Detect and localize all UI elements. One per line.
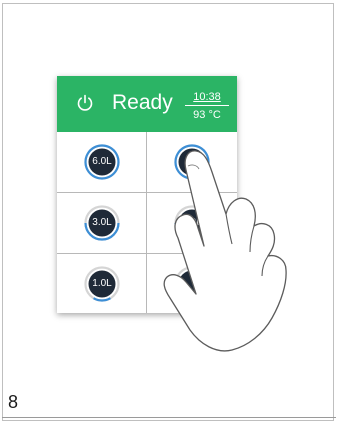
status-header: Ready 10:38 93 °C	[57, 76, 237, 132]
volume-cell: 6.0L	[57, 132, 146, 192]
volume-cell: 1.0L	[57, 254, 146, 313]
volume-button[interactable]: 1.0L	[84, 266, 120, 302]
volume-button[interactable]: 3.0L	[174, 205, 210, 241]
volume-button[interactable]: 6.0L	[84, 144, 120, 180]
volume-cell: 3.0L	[147, 193, 236, 253]
volume-label	[174, 266, 210, 302]
volume-button[interactable]: 6.	[174, 144, 210, 180]
footer-rule	[2, 417, 336, 418]
volume-cell	[147, 254, 236, 313]
volume-grid: 6.0L 6. 3.0L 3.0L 1.0L	[57, 132, 237, 313]
status-text: Ready	[112, 91, 173, 114]
power-icon[interactable]	[76, 94, 94, 112]
grid-divider	[57, 253, 237, 254]
volume-label: 3.0L	[92, 217, 112, 228]
volume-label: 3.0L	[182, 217, 202, 228]
volume-button[interactable]: 3.0L	[84, 205, 120, 241]
clock-readout: 10:38 93 °C	[185, 91, 229, 121]
volume-cell: 3.0L	[57, 193, 146, 253]
volume-label: 1.0L	[92, 278, 112, 289]
volume-label: 6.	[187, 156, 197, 167]
grid-divider	[57, 192, 237, 193]
temperature-display: 93 °C	[193, 109, 221, 121]
volume-cell: 6.	[147, 132, 236, 192]
volume-button[interactable]	[174, 266, 210, 302]
brewer-control-panel: Ready 10:38 93 °C 6.0L 6. 3.0L 3.0L 1.0L	[57, 76, 237, 313]
grid-divider	[146, 132, 147, 313]
volume-label: 6.0L	[92, 156, 112, 167]
page-number: 8	[8, 392, 19, 412]
time-display: 10:38	[185, 91, 229, 106]
